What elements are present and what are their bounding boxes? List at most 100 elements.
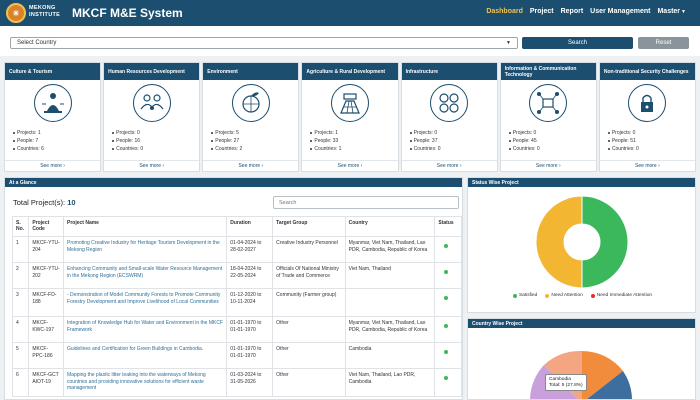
legend-label: Satisfied [518, 293, 538, 298]
cell-duration: 01-03-2024 to 31-05-2026 [226, 368, 274, 397]
chevron-down-icon: ▼ [681, 9, 686, 15]
col-sno: S. No. [11, 216, 30, 237]
network-icon [529, 84, 568, 122]
table-row: 5 MKCF-PPC-186 Guidelines and Certificat… [11, 342, 462, 369]
see-more-link[interactable]: See more › [302, 160, 398, 171]
see-more-link[interactable]: See more › [500, 160, 596, 171]
nav-project[interactable]: Project [530, 8, 554, 15]
category-card-infrastructure[interactable]: Infrastructure Projects: 0 People: 37 Co… [400, 62, 498, 172]
see-more-link[interactable]: See more › [203, 160, 299, 171]
legend-item-need-immediate-attention[interactable]: Need Immediate Attention [590, 293, 652, 298]
chevron-down-icon: ▼ [506, 40, 511, 46]
country-select-value: Select Country [17, 40, 57, 46]
stat-people: People: 37 [413, 138, 438, 144]
globe-leaf-icon [231, 84, 270, 122]
status-slice-satisfied[interactable] [581, 195, 629, 289]
legend-swatch [545, 293, 550, 298]
see-more-link[interactable]: See more › [104, 160, 200, 171]
cell-code: MKCF-YTU-204 [28, 236, 64, 263]
reset-button[interactable]: Reset [638, 37, 689, 49]
cell-country: Viet Nam, Thailand [344, 262, 436, 289]
status-legend: Satisfied Need Attention Need Immediate … [468, 293, 697, 298]
cell-target: Other [272, 342, 346, 369]
card-stats: Projects: 1 People: 7 Countries: 6 [13, 129, 44, 153]
at-a-glance-panel: At a Glance Total Project(s): 10 S. No. … [4, 177, 463, 400]
stat-projects: Projects: 0 [116, 130, 140, 136]
cell-sno: 2 [11, 262, 30, 289]
nav-master[interactable]: Master▼ [657, 8, 686, 15]
cell-target: Creative Industry Personnel [272, 236, 346, 263]
see-more-label: See more [139, 163, 162, 169]
total-label: Total Project(s): [13, 198, 68, 207]
see-more-link[interactable]: See more › [401, 160, 497, 171]
country-select[interactable]: Select Country ▼ [10, 37, 518, 49]
card-stats: Projects: 0 People: 37 Countries: 0 [409, 129, 441, 153]
cell-sno: 1 [11, 236, 30, 263]
cell-code: MKCF-PPC-186 [28, 342, 64, 369]
search-button[interactable]: Search [522, 37, 633, 49]
status-donut-chart [535, 195, 629, 289]
category-card-security[interactable]: Non-traditional Security Challenges Proj… [598, 62, 696, 172]
stat-countries: Countries: 0 [413, 146, 441, 152]
col-status: Status [434, 216, 462, 237]
card-stats: Projects: 0 People: 51 Countries: 0 [607, 129, 639, 153]
panel-title: Country Wise Project [468, 319, 695, 328]
cell-target: Officials Of National Ministry of Trade … [272, 262, 346, 289]
card-title: Human Resources Development [104, 63, 200, 80]
category-card-ict[interactable]: Information & Communication Technology P… [499, 62, 597, 172]
top-navbar: ☀ MEKONG INSTITUTE MKCF M&E System Dashb… [0, 0, 700, 26]
table-row: 4 MKCF-KWC-197 Integration of Knowledge … [11, 316, 462, 343]
nav-report[interactable]: Report [561, 8, 584, 15]
logo-line2: INSTITUTE [29, 12, 61, 18]
cell-duration: 01-01-1970 to 01-01-1970 [226, 342, 274, 369]
mekong-logo-icon[interactable]: ☀ [6, 3, 26, 23]
card-title: Non-traditional Security Challenges [599, 63, 695, 80]
cell-code: MKCF-FD-188 [28, 288, 64, 317]
card-title: Infrastructure [401, 63, 497, 80]
stat-people: People: 45 [512, 138, 537, 144]
status-slice-need-attention[interactable] [535, 195, 583, 289]
project-name-link[interactable]: Mapping the plastic litter leaking into … [62, 368, 228, 397]
cell-status [434, 342, 462, 369]
card-title: Culture & Tourism [5, 63, 101, 80]
nav-dashboard[interactable]: Dashboard [486, 8, 523, 15]
table-row: 3 MKCF-FD-188 - Demonstration of Model C… [11, 288, 462, 317]
table-search-input[interactable] [273, 196, 459, 209]
infrastructure-icon [430, 84, 469, 122]
stat-countries: Countries: 0 [512, 146, 540, 152]
cell-duration: 01-12-2020 to 10-11-2024 [226, 288, 274, 317]
nav-master-label: Master [657, 8, 681, 15]
category-card-human-resources[interactable]: Human Resources Development Projects: 0 … [103, 62, 201, 172]
total-projects: Total Project(s): 10 [13, 198, 76, 207]
nav-user-management[interactable]: User Management [590, 8, 650, 15]
stat-people: People: 27 [215, 138, 240, 144]
cell-status [434, 236, 462, 263]
stat-projects: Projects: 0 [512, 130, 537, 136]
project-name-link[interactable]: Guidelines and Certification for Green B… [62, 342, 228, 369]
stat-countries: Countries: 1 [314, 146, 342, 152]
legend-item-need-attention[interactable]: Need Attention [545, 293, 583, 298]
card-title: Agriculture & Rural Development [302, 63, 398, 80]
category-card-agriculture[interactable]: Agriculture & Rural Development Projects… [301, 62, 399, 172]
project-name-link[interactable]: Enhancing Community and Small-scale Wate… [62, 262, 228, 289]
category-card-environment[interactable]: Environment Projects: 5 People: 27 Count… [202, 62, 300, 172]
see-more-link[interactable]: See more › [5, 160, 101, 171]
see-more-label: See more [436, 163, 459, 169]
see-more-link[interactable]: See more › [599, 160, 695, 171]
project-name-link[interactable]: Promoting Creative Industry for Heritage… [62, 236, 228, 263]
stat-projects: Projects: 1 [314, 130, 339, 136]
cell-status [434, 262, 462, 289]
stat-countries: Countries: 6 [17, 146, 44, 152]
legend-item-satisfied[interactable]: Satisfied [512, 293, 538, 298]
see-more-label: See more [238, 163, 261, 169]
total-value: 10 [67, 198, 76, 207]
see-more-label: See more [337, 163, 360, 169]
card-stats: Projects: 0 People: 16 Countries: 0 [112, 129, 143, 153]
category-card-culture-tourism[interactable]: Culture & Tourism Projects: 1 People: 7 … [4, 62, 102, 172]
col-target: Target Group [272, 216, 346, 237]
project-name-link[interactable]: Integration of Knowledge Hub for Water a… [62, 316, 228, 343]
cell-country: Myanmar, Viet Nam, Thailand, Lao PDR, Ca… [344, 316, 436, 343]
app-title: MKCF M&E System [72, 6, 183, 20]
cell-duration: 18-04-2024 to 22-05-2024 [226, 262, 274, 289]
project-name-link[interactable]: - Demonstration of Model Community Fores… [62, 288, 228, 317]
